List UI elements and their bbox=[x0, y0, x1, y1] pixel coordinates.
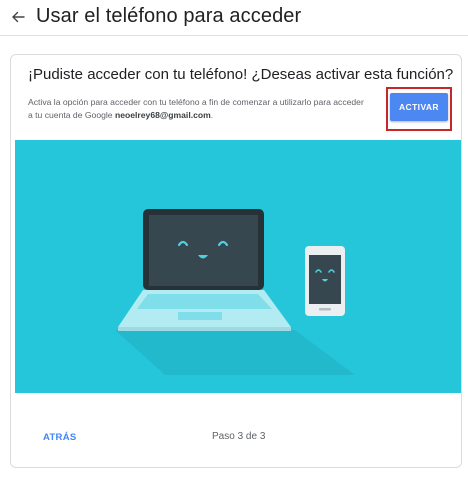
back-arrow-button[interactable] bbox=[8, 7, 28, 27]
page-title: Usar el teléfono para acceder bbox=[36, 5, 302, 27]
activate-button[interactable]: ACTIVAR bbox=[390, 93, 448, 121]
back-button[interactable]: ATRÁS bbox=[43, 432, 77, 443]
card-description: Activa la opción para acceder con tu tel… bbox=[28, 96, 364, 122]
smartphone-icon bbox=[305, 246, 345, 316]
top-bar: Usar el teléfono para acceder bbox=[0, 0, 468, 36]
step-indicator: Paso 3 de 3 bbox=[212, 431, 266, 442]
card-heading: ¡Pudiste acceder con tu teléfono! ¿Desea… bbox=[28, 66, 454, 83]
account-email: neoelrey68@gmail.com bbox=[114, 110, 211, 120]
illustration bbox=[15, 140, 461, 393]
activation-card: ¡Pudiste acceder con tu teléfono! ¿Desea… bbox=[10, 54, 462, 468]
arrow-left-icon bbox=[12, 11, 25, 23]
description-period: . bbox=[210, 110, 214, 120]
